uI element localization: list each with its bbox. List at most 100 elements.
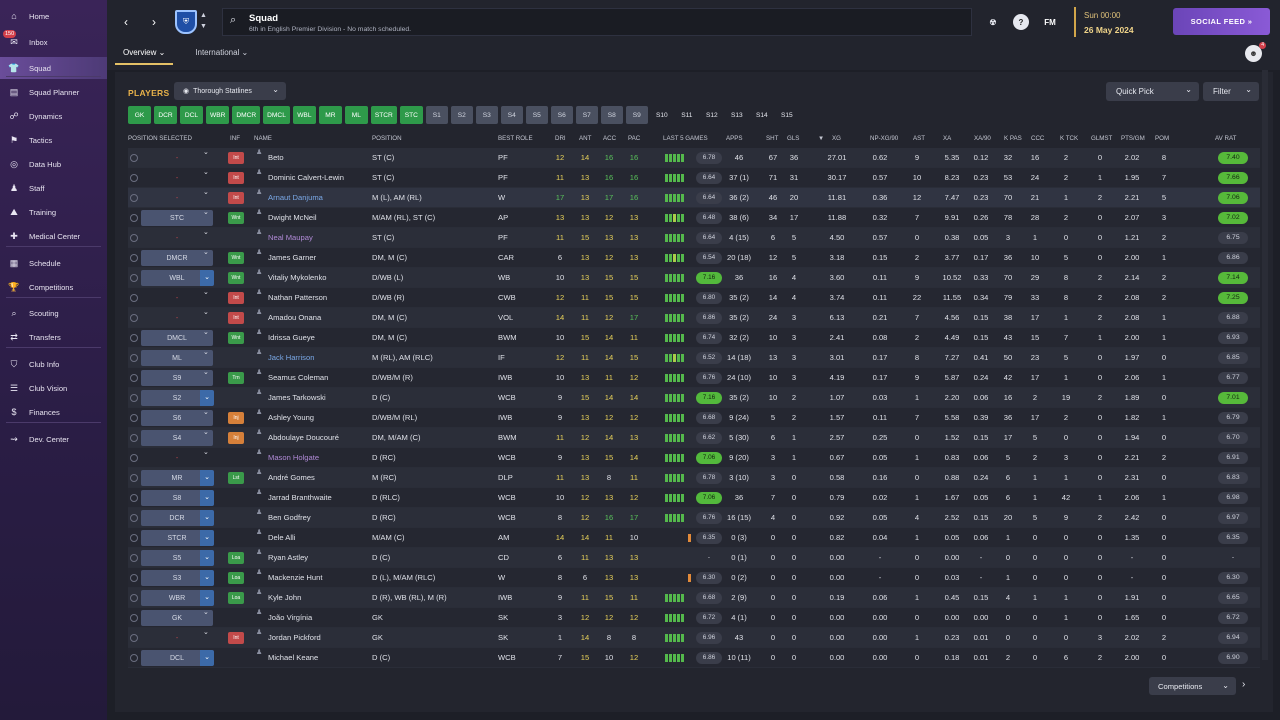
position-filter-dcr[interactable]: DCR <box>154 106 177 124</box>
sidebar-item-dev-center[interactable]: ⇝ Dev. Center <box>0 428 107 450</box>
column-header-sht[interactable]: SHT <box>766 135 778 142</box>
player-name[interactable]: Dwight McNeil <box>268 208 317 228</box>
column-header-k-pas[interactable]: K PAS <box>1004 135 1022 142</box>
player-name[interactable]: Nathan Patterson <box>268 288 327 308</box>
row-select-radio[interactable] <box>130 174 138 182</box>
position-filter-s2[interactable]: S2 <box>450 106 473 124</box>
row-select-radio[interactable] <box>130 194 138 202</box>
position-filter-gk[interactable]: GK <box>128 106 151 124</box>
table-row[interactable]: DMCR ⌄ Wnt ♟ James Garner DM, M (C) CAR 6 13 12 13… <box>128 248 1260 268</box>
game-date[interactable]: Sun 00:00 26 May 2024 <box>1074 7 1164 37</box>
column-header-ant[interactable]: ANT <box>579 135 591 142</box>
table-row[interactable]: - ⌄ Int ♟ Jordan Pickford GK SK 1 14 8 8 6.96 43 0 0 0.… <box>128 628 1260 648</box>
table-row[interactable]: DMCL ⌄ Wnt ♟ Idrissa Gueye DM, M (C) BWM 10 15 14… <box>128 328 1260 348</box>
position-filter-mr[interactable]: MR <box>318 106 342 124</box>
sidebar-item-home[interactable]: ⌂ Home <box>0 5 107 27</box>
chevron-down-icon[interactable]: ⌄ <box>203 288 209 296</box>
table-row[interactable]: STC ⌄ Wnt ♟ Dwight McNeil M/AM (RL), ST (C) AP… <box>128 208 1260 228</box>
competitions-dropdown[interactable]: Competitions ⌄ <box>1149 677 1236 695</box>
table-row[interactable]: MR ⌄ Lst ♟ André Gomes M (RC) DLP 11 13 8 11 6.78 3 … <box>128 468 1260 488</box>
chevron-down-icon[interactable]: ⌄ <box>203 328 209 336</box>
column-header-best-role[interactable]: BEST ROLE <box>498 135 533 142</box>
chevron-down-icon[interactable]: ⌄ <box>200 590 214 606</box>
chevron-down-icon[interactable]: ⌄ <box>203 628 209 636</box>
position-filter-stc[interactable]: STC <box>399 106 423 124</box>
position-filter-s1[interactable]: S1 <box>425 106 448 124</box>
help-icon[interactable]: ? <box>1013 14 1029 30</box>
column-header-np-xg-90[interactable]: NP-XG/90 <box>870 135 898 142</box>
row-select-radio[interactable] <box>130 354 138 362</box>
chevron-down-icon[interactable]: ⌄ <box>203 448 209 456</box>
chevron-down-icon[interactable]: ⌄ <box>200 270 214 286</box>
table-row[interactable]: S9 ⌄ Trn ♟ Seamus Coleman D/WB/M (R) IWB 10 13 11… <box>128 368 1260 388</box>
chevron-down-icon[interactable]: ⌄ <box>203 428 209 436</box>
player-name[interactable]: Jarrad Branthwaite <box>268 488 332 508</box>
position-filter-dmcr[interactable]: DMCR <box>232 106 261 124</box>
position-filter-s3[interactable]: S3 <box>475 106 498 124</box>
column-header-xa-90[interactable]: XA/90 <box>974 135 991 142</box>
row-select-radio[interactable] <box>130 394 138 402</box>
row-select-radio[interactable] <box>130 254 138 262</box>
position-filter-s8[interactable]: S8 <box>600 106 623 124</box>
column-header-dri[interactable]: DRI <box>555 135 566 142</box>
chevron-down-icon[interactable]: ⌄ <box>203 188 209 196</box>
table-row[interactable]: WBL ⌄ Wnt ♟ Vitaliy Mykolenko D/WB (L) WB 10 13 1… <box>128 268 1260 288</box>
chevron-down-icon[interactable]: ⌄ <box>203 368 209 376</box>
table-row[interactable]: S2 ⌄ ♟ James Tarkowski D (C) WCB 9 15 14 14 7.16 35… <box>128 388 1260 408</box>
column-header-ast[interactable]: AST <box>913 135 925 142</box>
chevron-down-icon[interactable]: ⌄ <box>200 650 214 666</box>
position-filter-dmcl[interactable]: DMCL <box>263 106 290 124</box>
player-name[interactable]: Mason Holgate <box>268 448 319 468</box>
position-filter-s11[interactable]: S11 <box>676 106 698 124</box>
position-filter-ml[interactable]: ML <box>344 106 368 124</box>
column-header-name[interactable]: NAME <box>254 135 272 142</box>
row-select-radio[interactable] <box>130 234 138 242</box>
player-name[interactable]: James Tarkowski <box>268 388 326 408</box>
chevron-down-icon[interactable]: ⌄ <box>203 148 209 156</box>
player-name[interactable]: Dominic Calvert-Lewin <box>268 168 344 188</box>
back-arrow-icon[interactable]: ‹ <box>118 14 134 30</box>
position-filter-s15[interactable]: S15 <box>776 106 798 124</box>
position-filter-s14[interactable]: S14 <box>751 106 773 124</box>
column-header-av-rat[interactable]: AV RAT <box>1215 135 1236 142</box>
position-filter-wbl[interactable]: WBL <box>292 106 316 124</box>
tab-international[interactable]: International ⌄ <box>187 47 256 65</box>
column-header-inf[interactable]: INF <box>230 135 240 142</box>
column-header-gls[interactable]: GLS <box>787 135 799 142</box>
quick-pick-button[interactable]: Quick Pick ⌄ <box>1106 82 1199 101</box>
row-select-radio[interactable] <box>130 594 138 602</box>
column-header-glmst[interactable]: GLMST <box>1091 135 1112 142</box>
position-filter-dcl[interactable]: DCL <box>180 106 203 124</box>
chevron-down-icon[interactable]: ⌄ <box>200 510 214 526</box>
row-select-radio[interactable] <box>130 554 138 562</box>
chevron-down-icon[interactable]: ⌄ <box>200 470 214 486</box>
player-name[interactable]: Beto <box>268 148 284 168</box>
row-select-radio[interactable] <box>130 574 138 582</box>
player-name[interactable]: Ben Godfrey <box>268 508 311 528</box>
table-row[interactable]: ML ⌄ ♟ Jack Harrison M (RL), AM (RLC) IF 12 11 1… <box>128 348 1260 368</box>
table-row[interactable]: - ⌄ Int ♟ Beto ST (C) PF 12 14 16 16 6.78 46 67 36 27.0… <box>128 148 1260 168</box>
table-row[interactable]: - ⌄ Int ♟ Arnaut Danjuma M (L), AM (RL) W 17 13 1… <box>128 188 1260 208</box>
row-select-radio[interactable] <box>130 334 138 342</box>
row-select-radio[interactable] <box>130 654 138 662</box>
column-header-last-5-games[interactable]: LAST 5 GAMES <box>663 135 708 142</box>
chevron-down-icon[interactable]: ⌄ <box>200 570 214 586</box>
table-row[interactable]: STCR ⌄ ♟ Dele Alli M/AM (C) AM 14 14 11 10 6.35 0 (… <box>128 528 1260 548</box>
player-name[interactable]: Arnaut Danjuma <box>268 188 323 208</box>
position-filter-s4[interactable]: S4 <box>500 106 523 124</box>
row-select-radio[interactable] <box>130 494 138 502</box>
row-select-radio[interactable] <box>130 474 138 482</box>
row-select-radio[interactable] <box>130 414 138 422</box>
chevron-down-icon[interactable]: ⌄ <box>203 308 209 316</box>
column-header-position-selected[interactable]: POSITION SELECTED <box>128 135 192 142</box>
column-header-acc[interactable]: ACC <box>603 135 616 142</box>
player-name[interactable]: Ashley Young <box>268 408 314 428</box>
column-header-position[interactable]: POSITION <box>372 135 402 142</box>
row-select-radio[interactable] <box>130 274 138 282</box>
player-name[interactable]: Abdoulaye Doucouré <box>268 428 339 448</box>
row-select-radio[interactable] <box>130 634 138 642</box>
next-page-icon[interactable]: › <box>1242 679 1245 690</box>
position-filter-s7[interactable]: S7 <box>575 106 598 124</box>
table-row[interactable]: S6 ⌄ Inj ♟ Ashley Young D/WB/M (RL) IWB 9 13 12 12… <box>128 408 1260 428</box>
row-select-radio[interactable] <box>130 154 138 162</box>
